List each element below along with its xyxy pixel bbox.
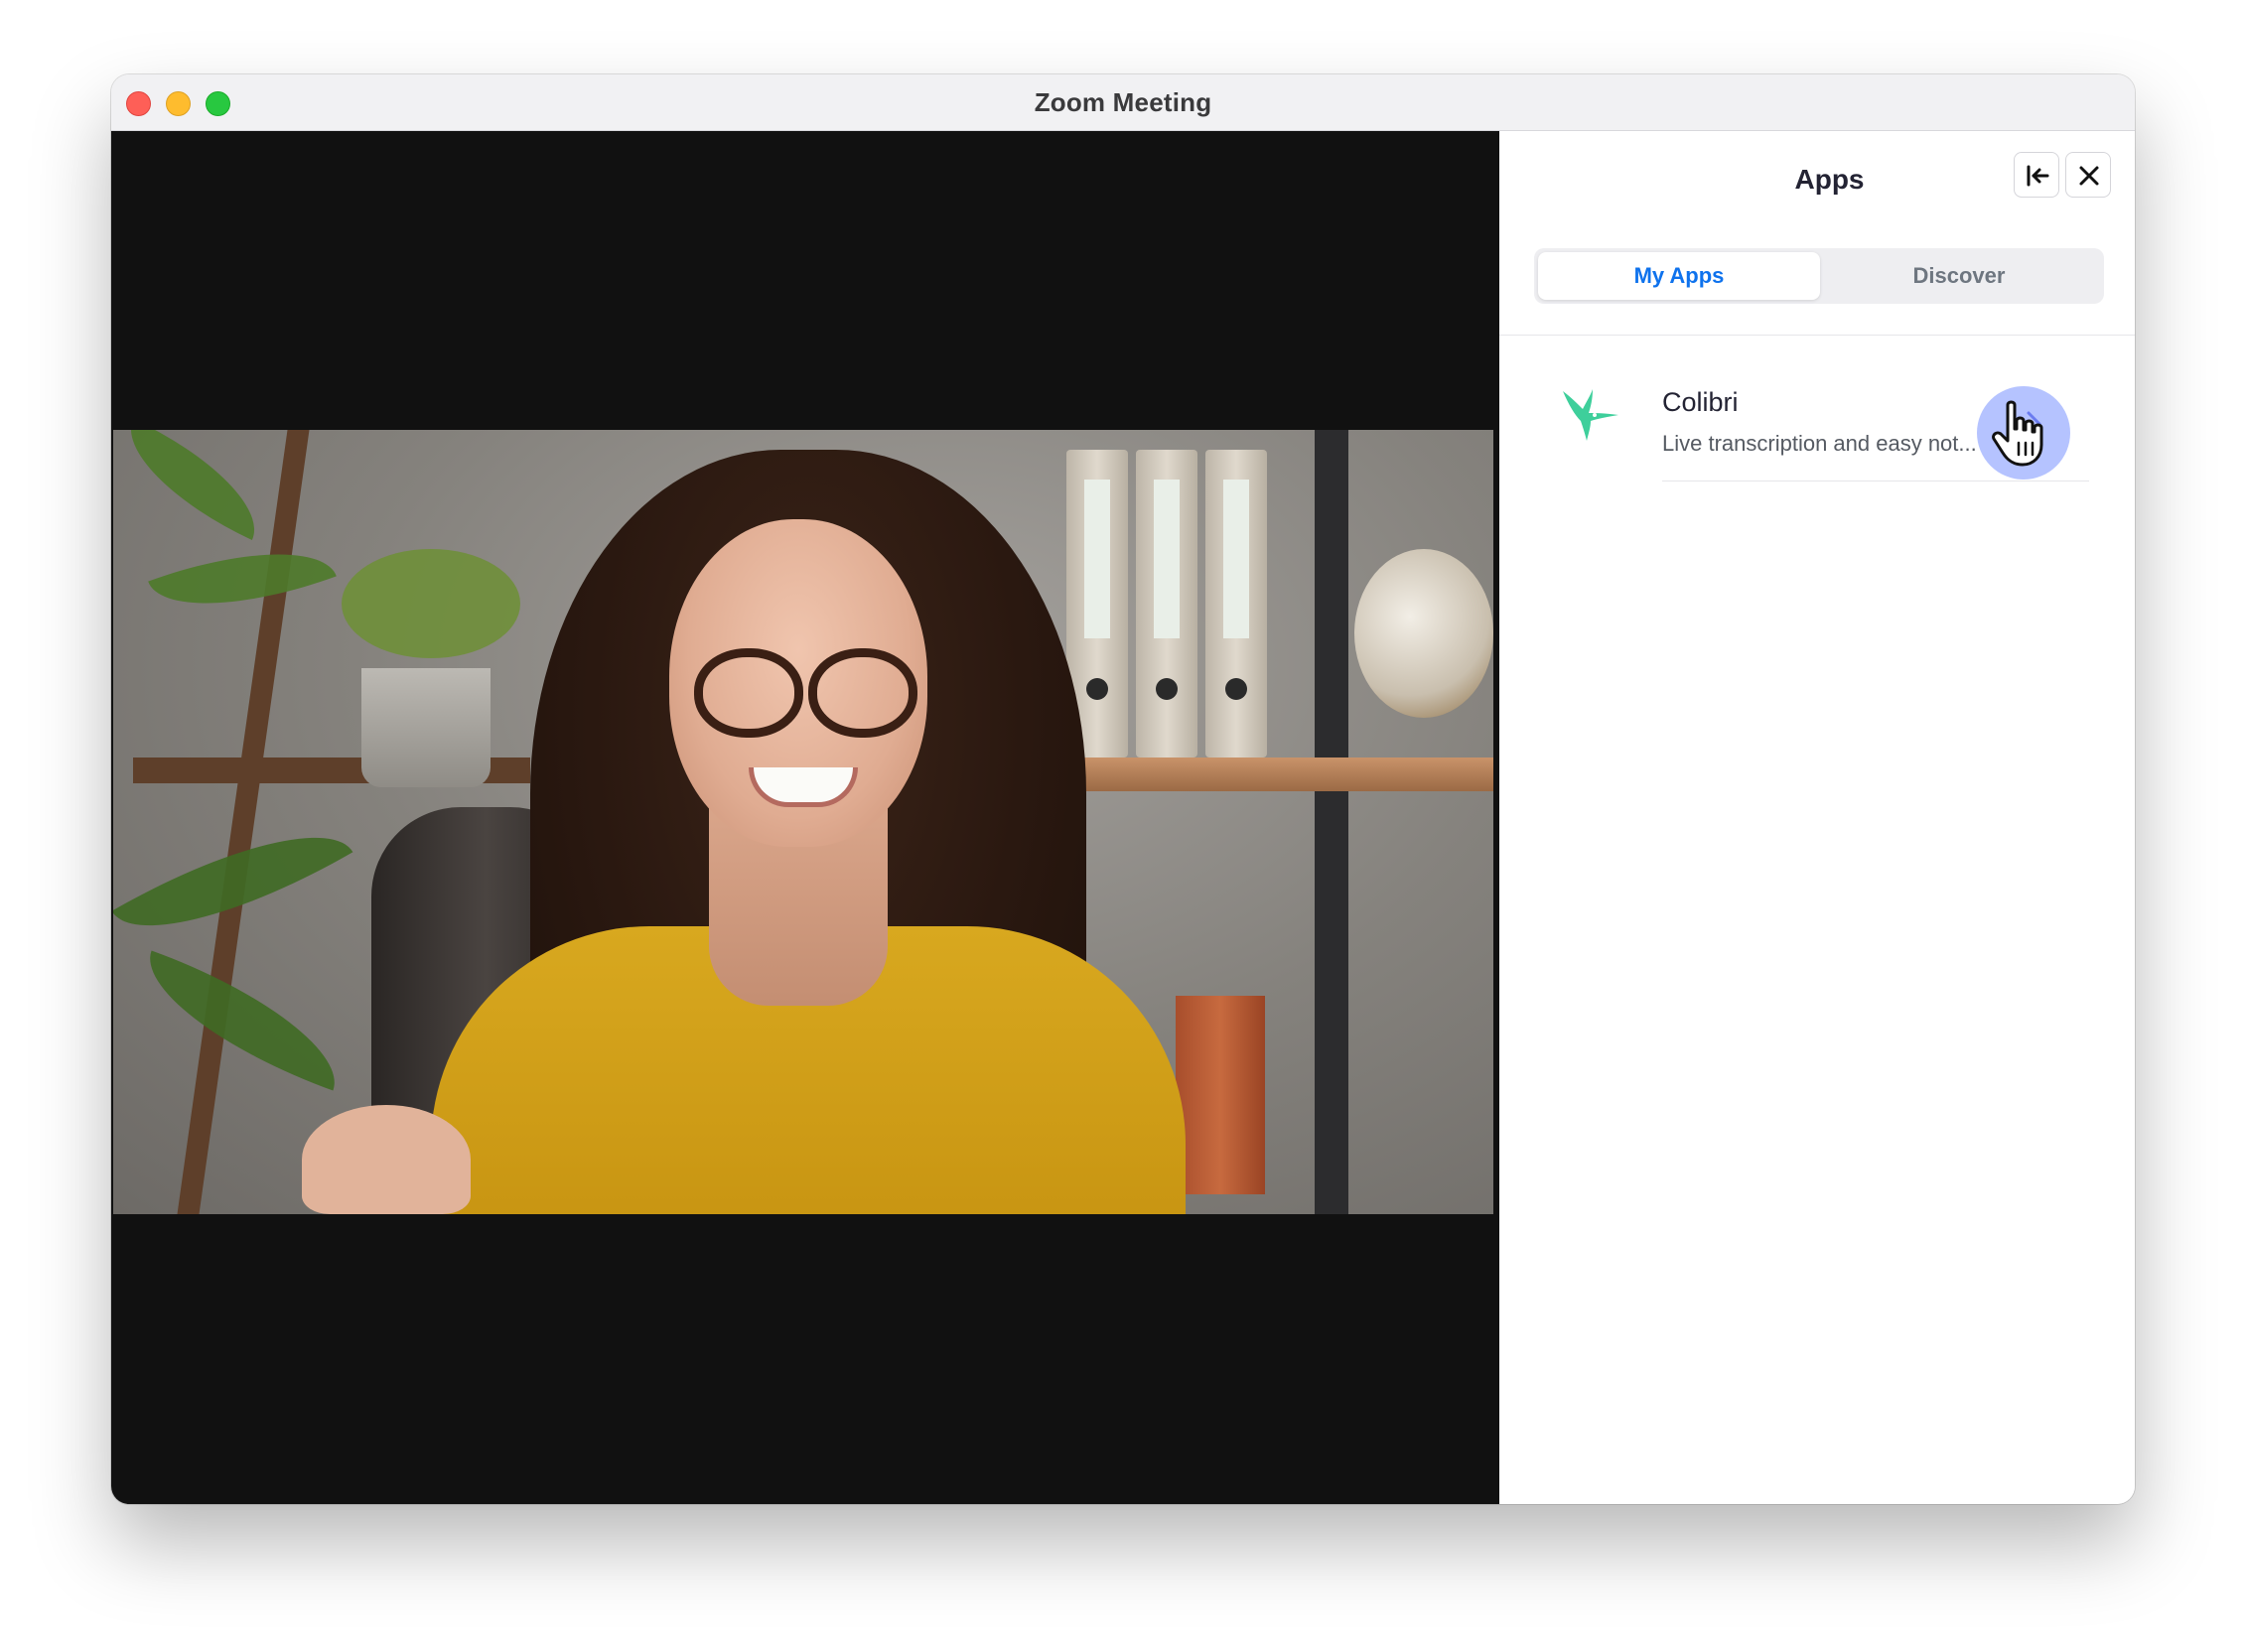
video-area[interactable] xyxy=(111,131,1499,1504)
apps-panel: Apps My Apps Discover Colibri Live trans… xyxy=(1499,131,2135,1504)
participant-video[interactable] xyxy=(113,430,1493,1214)
screenshot-stage: Zoom Meeting Apps My Apps Discover Colib… xyxy=(0,0,2246,1652)
glasses-left-lens xyxy=(694,648,803,738)
binder-hole xyxy=(1086,678,1108,700)
books xyxy=(1176,996,1265,1194)
binder xyxy=(1205,450,1267,757)
close-icon xyxy=(2079,166,2099,186)
app-list-item-colibri[interactable]: Colibri Live transcription and easy not.… xyxy=(1499,336,2135,482)
hand-pointer-cursor-icon xyxy=(1992,400,2043,467)
apps-tab-switcher: My Apps Discover xyxy=(1534,248,2104,304)
app-row-divider xyxy=(1662,481,2089,482)
window-title: Zoom Meeting xyxy=(1034,87,1212,117)
title-bar[interactable]: Zoom Meeting xyxy=(111,74,2135,131)
glasses-right-lens xyxy=(808,648,917,738)
collapse-panel-button[interactable] xyxy=(2014,152,2059,198)
globe xyxy=(1354,549,1493,718)
binder-hole xyxy=(1225,678,1247,700)
app-name: Colibri xyxy=(1662,387,1739,417)
collapse-left-icon xyxy=(2027,165,2049,187)
hummingbird-icon xyxy=(1563,389,1618,441)
binder xyxy=(1136,450,1197,757)
app-description: Live transcription and easy not... xyxy=(1662,431,1977,456)
zoom-meeting-window: Zoom Meeting Apps My Apps Discover Colib… xyxy=(111,74,2135,1504)
plant-pot xyxy=(361,668,491,787)
binder-label xyxy=(1084,480,1110,638)
close-panel-button[interactable] xyxy=(2065,152,2111,198)
tab-discover[interactable]: Discover xyxy=(1818,252,2100,300)
binder-hole xyxy=(1156,678,1178,700)
leaf xyxy=(342,549,520,658)
binder-label xyxy=(1223,480,1249,638)
binder-label xyxy=(1154,480,1180,638)
person-hand xyxy=(302,1105,471,1214)
tab-my-apps[interactable]: My Apps xyxy=(1538,252,1820,300)
shelf-post xyxy=(1315,430,1348,1214)
